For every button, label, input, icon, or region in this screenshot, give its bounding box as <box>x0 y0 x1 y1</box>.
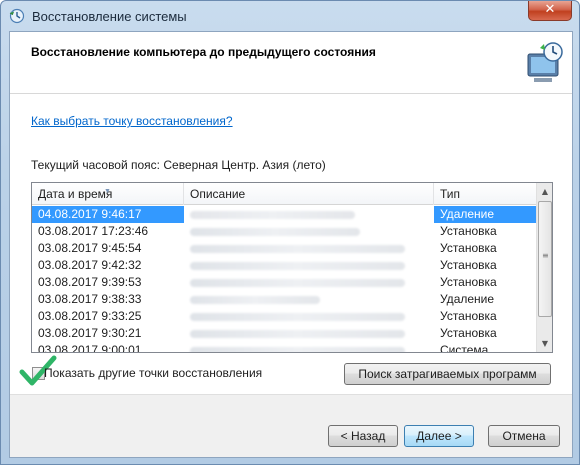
scroll-up-icon[interactable]: ▲ <box>537 183 552 200</box>
close-button[interactable]: ✕ <box>528 1 572 21</box>
system-restore-icon <box>9 8 25 24</box>
cell-description-redacted <box>184 325 434 342</box>
cell-description-redacted <box>184 308 434 325</box>
cell-type: Установка <box>440 241 497 255</box>
sort-arrow-icon: ▼ <box>104 188 111 195</box>
table-row[interactable]: 03.08.2017 17:23:46 Установка <box>32 223 536 240</box>
cell-date: 03.08.2017 9:45:54 <box>38 241 142 255</box>
show-more-label[interactable]: Показать другие точки восстановления <box>44 366 262 380</box>
wizard-header: Восстановление компьютера до предыдущего… <box>10 32 572 94</box>
help-link[interactable]: Как выбрать точку восстановления? <box>31 114 233 128</box>
redacted-text <box>190 330 405 338</box>
redacted-text <box>190 211 355 219</box>
cell-type: Установка <box>440 258 497 272</box>
cell-type: Удаление <box>434 206 536 223</box>
table-row[interactable]: 03.08.2017 9:39:53 Установка <box>32 274 536 291</box>
cell-date: 03.08.2017 9:33:25 <box>38 309 142 323</box>
table-row[interactable]: 03.08.2017 9:33:25 Установка <box>32 308 536 325</box>
cell-type: Система <box>440 343 489 353</box>
vertical-scrollbar[interactable]: ▲ ≡ ▼ <box>536 183 552 352</box>
scrollbar-thumb[interactable]: ≡ <box>538 201 552 317</box>
cell-date: 03.08.2017 9:39:53 <box>38 275 142 289</box>
cell-description-redacted <box>184 206 434 223</box>
column-header-label: Описание <box>190 187 246 201</box>
computer-restore-icon <box>527 42 563 82</box>
wizard-client-area: Восстановление компьютера до предыдущего… <box>9 31 573 458</box>
cell-date: 03.08.2017 9:42:32 <box>38 258 142 272</box>
redacted-text <box>190 279 405 287</box>
redacted-text <box>190 245 405 253</box>
cell-type: Установка <box>440 275 497 289</box>
cell-type: Установка <box>440 224 497 238</box>
table-row[interactable]: 03.08.2017 9:00:01 Система <box>32 342 536 353</box>
page-title: Восстановление компьютера до предыдущего… <box>31 45 376 59</box>
table-row[interactable]: 03.08.2017 9:45:54 Установка <box>32 240 536 257</box>
cell-type: Удаление <box>440 292 495 306</box>
cell-date: 03.08.2017 9:30:21 <box>38 326 142 340</box>
system-restore-window: Восстановление системы ✕ Восстановление … <box>0 0 580 465</box>
scroll-down-icon[interactable]: ▼ <box>537 335 552 352</box>
table-row[interactable]: 03.08.2017 9:42:32 Установка <box>32 257 536 274</box>
timezone-label: Текущий часовой пояс: Северная Центр. Аз… <box>31 158 326 172</box>
table-row[interactable]: 04.08.2017 9:46:17 Удаление <box>32 206 536 223</box>
list-header: Дата и время ▼ Описание Тип <box>32 183 536 205</box>
cell-type: Установка <box>440 326 497 340</box>
cell-date: 03.08.2017 17:23:46 <box>38 224 149 238</box>
cancel-button[interactable]: Отмена <box>488 425 560 447</box>
restore-points-list[interactable]: Дата и время ▼ Описание Тип 04.08.2017 9… <box>31 182 553 353</box>
wizard-body: Как выбрать точку восстановления? Текущи… <box>10 94 572 394</box>
redacted-text <box>190 262 405 270</box>
column-header-date[interactable]: Дата и время ▼ <box>32 183 184 205</box>
grip-icon: ≡ <box>542 251 549 260</box>
cell-description-redacted <box>184 342 434 352</box>
cell-description-redacted <box>184 223 434 240</box>
cell-description-redacted <box>184 240 434 257</box>
column-header-description[interactable]: Описание <box>184 183 434 205</box>
next-button[interactable]: Далее > <box>404 425 474 447</box>
cell-description-redacted <box>184 257 434 274</box>
column-header-label: Дата и время <box>38 187 113 201</box>
cell-type: Установка <box>440 309 497 323</box>
cell-date: 03.08.2017 9:38:33 <box>38 292 142 306</box>
redacted-text <box>190 228 360 236</box>
redacted-text <box>190 296 320 304</box>
table-row[interactable]: 03.08.2017 9:30:21 Установка <box>32 325 536 342</box>
table-row[interactable]: 03.08.2017 9:38:33 Удаление <box>32 291 536 308</box>
column-header-type[interactable]: Тип <box>434 183 536 205</box>
cell-description-redacted <box>184 274 434 291</box>
cell-date: 04.08.2017 9:46:17 <box>32 206 184 223</box>
title-bar[interactable]: Восстановление системы ✕ <box>1 1 579 31</box>
window-title: Восстановление системы <box>32 9 187 24</box>
column-header-label: Тип <box>440 187 461 201</box>
scan-affected-programs-button[interactable]: Поиск затрагиваемых программ <box>344 363 551 385</box>
redacted-text <box>190 347 405 352</box>
cell-description-redacted <box>184 291 434 308</box>
redacted-text <box>190 313 405 321</box>
back-button[interactable]: < Назад <box>328 425 398 447</box>
